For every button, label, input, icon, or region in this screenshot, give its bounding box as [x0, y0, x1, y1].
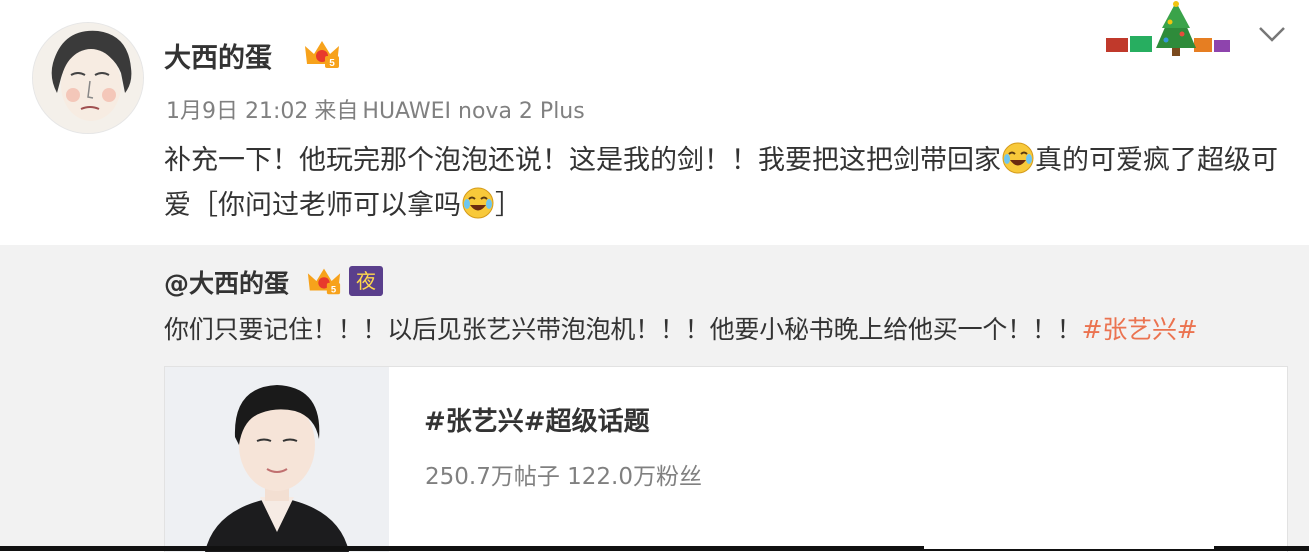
card-title[interactable]: #张艺兴#超级话题 — [424, 401, 650, 438]
card-stats: 250.7万帖子 122.0万粉丝 — [425, 464, 702, 490]
source-prefix: 来自 — [314, 99, 359, 124]
topic-cover-image — [165, 367, 389, 552]
post-content: 补充一下！他玩完那个泡泡还说！这是我的剑！！我要把这把剑带回家 真的可爱疯了超级可… — [164, 138, 1284, 228]
post-meta: 1月9日 21:02 来自 HUAWEI nova 2 Plus — [166, 93, 591, 125]
avatar[interactable] — [32, 22, 144, 134]
vip-crown-icon[interactable]: 5 — [306, 265, 342, 297]
vip-crown-icon[interactable]: 5 — [303, 38, 341, 70]
christmas-decoration-icon — [1104, 0, 1244, 60]
repost-username[interactable]: @大西的蛋 — [164, 264, 289, 300]
post-content-part1: 补充一下！他玩完那个泡泡还说！这是我的剑！！我要把这把剑带回家 — [164, 145, 1001, 176]
laugh-cry-emoji-icon — [1001, 141, 1035, 175]
repost-body: 你们只要记住！！！以后见张艺兴带泡泡机！！！他要小秘书晚上给他买一个！！！ — [164, 315, 1082, 344]
post-timestamp[interactable]: 1月9日 21:02 — [166, 99, 308, 124]
repost-text: 你们只要记住！！！以后见张艺兴带泡泡机！！！他要小秘书晚上给他买一个！！！#张艺… — [164, 310, 1198, 346]
night-badge-icon[interactable]: 夜 — [349, 266, 383, 296]
laugh-cry-emoji-icon — [461, 186, 495, 220]
post-source[interactable]: HUAWEI nova 2 Plus — [362, 99, 584, 124]
post-username[interactable]: 大西的蛋 — [164, 36, 272, 75]
super-topic-card[interactable]: #张艺兴#超级话题 250.7万帖子 122.0万粉丝 — [164, 366, 1288, 552]
svg-text:5: 5 — [329, 58, 335, 69]
avatar-illustration — [33, 23, 143, 133]
svg-text:5: 5 — [331, 284, 336, 295]
post-content-part3: ］ — [495, 190, 522, 221]
bottom-divider-gap — [924, 546, 1214, 549]
hashtag-link[interactable]: #张艺兴# — [1082, 315, 1198, 344]
chevron-down-icon[interactable] — [1256, 20, 1288, 48]
